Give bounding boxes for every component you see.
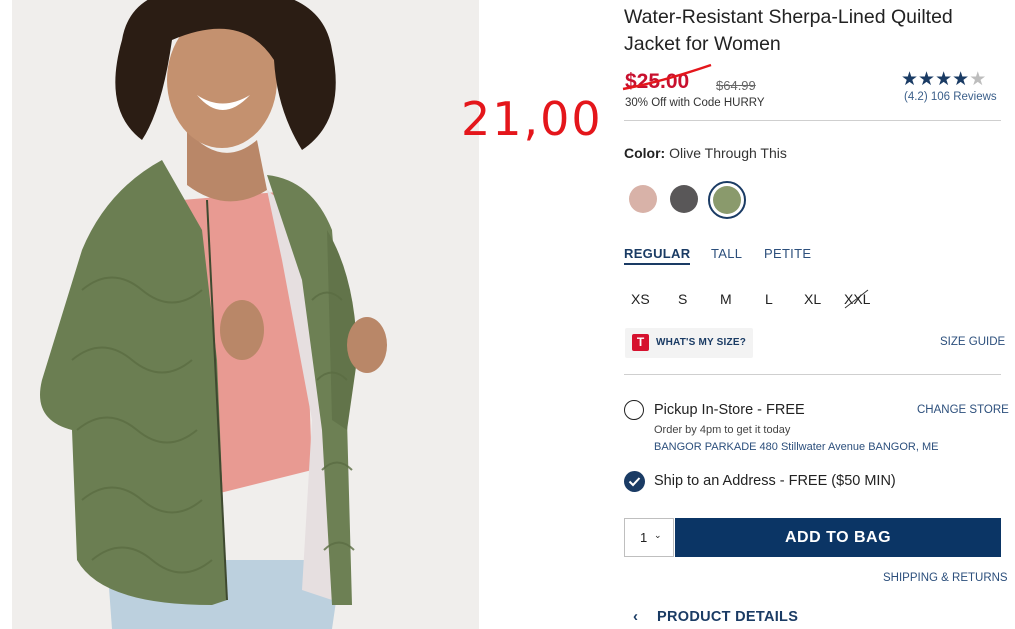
- tab-regular[interactable]: REGULAR: [624, 246, 691, 265]
- chevron-down-icon: ⌄: [654, 530, 662, 540]
- change-store-link[interactable]: CHANGE STORE: [917, 404, 1009, 416]
- model-jacket-photo: [12, 0, 479, 629]
- color-label: Color:: [624, 145, 666, 161]
- star-icon: ★: [935, 69, 953, 90]
- size-xs[interactable]: XS: [631, 291, 650, 307]
- store-address-link[interactable]: BANGOR PARKADE 480 Stillwater Avenue BAN…: [654, 441, 938, 453]
- tab-tall[interactable]: TALL: [711, 246, 742, 261]
- star-icon: ★: [952, 69, 970, 90]
- star-icon: ★: [901, 69, 919, 90]
- chevron-left-icon: ‹: [633, 608, 638, 625]
- color-selection-label: Color: Olive Through This: [624, 145, 787, 161]
- rating-stars[interactable]: ★★★★★: [901, 68, 986, 91]
- pickup-label: Pickup In-Store - FREE: [654, 402, 805, 418]
- promo-text: 30% Off with Code HURRY: [625, 97, 765, 109]
- reviews-link[interactable]: (4.2) 106 Reviews: [904, 91, 997, 103]
- star-icon: ★: [969, 69, 987, 90]
- color-swatch-olive[interactable]: [713, 186, 741, 214]
- size-xl[interactable]: XL: [804, 291, 821, 307]
- pickup-radio[interactable]: [624, 400, 644, 420]
- size-s[interactable]: S: [678, 291, 687, 307]
- quantity-select[interactable]: [624, 518, 674, 557]
- color-swatch-charcoal[interactable]: [670, 185, 698, 213]
- checkmark-icon: [628, 477, 641, 487]
- divider: [624, 374, 1001, 375]
- color-swatch-blush[interactable]: [629, 185, 657, 213]
- color-value: Olive Through This: [669, 145, 787, 161]
- quantity-value: 1: [640, 530, 648, 545]
- size-l[interactable]: L: [765, 291, 773, 307]
- ship-label: Ship to an Address - FREE ($50 MIN): [654, 473, 896, 489]
- tab-petite[interactable]: PETITE: [764, 246, 811, 261]
- price-strike-annotation: [622, 63, 712, 91]
- handwritten-price-annotation: 21,00: [461, 92, 603, 146]
- shipping-returns-link[interactable]: SHIPPING & RETURNS: [883, 572, 1008, 584]
- product-title: Water-Resistant Sherpa-Lined Quilted Jac…: [624, 6, 953, 55]
- size-guide-link[interactable]: SIZE GUIDE: [940, 336, 1005, 348]
- divider: [624, 120, 1001, 121]
- product-details-link[interactable]: PRODUCT DETAILS: [657, 609, 798, 625]
- product-image[interactable]: [12, 0, 479, 629]
- whats-my-size-label: WHAT'S MY SIZE?: [656, 337, 747, 348]
- ship-radio[interactable]: [624, 471, 645, 492]
- original-price: $64.99: [716, 78, 756, 93]
- add-to-bag-button[interactable]: ADD TO BAG: [675, 518, 1001, 557]
- star-icon: ★: [918, 69, 936, 90]
- true-fit-logo-icon: T: [632, 334, 649, 351]
- unavailable-slash-icon: [844, 289, 869, 309]
- size-m[interactable]: M: [720, 291, 732, 307]
- pickup-note: Order by 4pm to get it today: [654, 424, 791, 436]
